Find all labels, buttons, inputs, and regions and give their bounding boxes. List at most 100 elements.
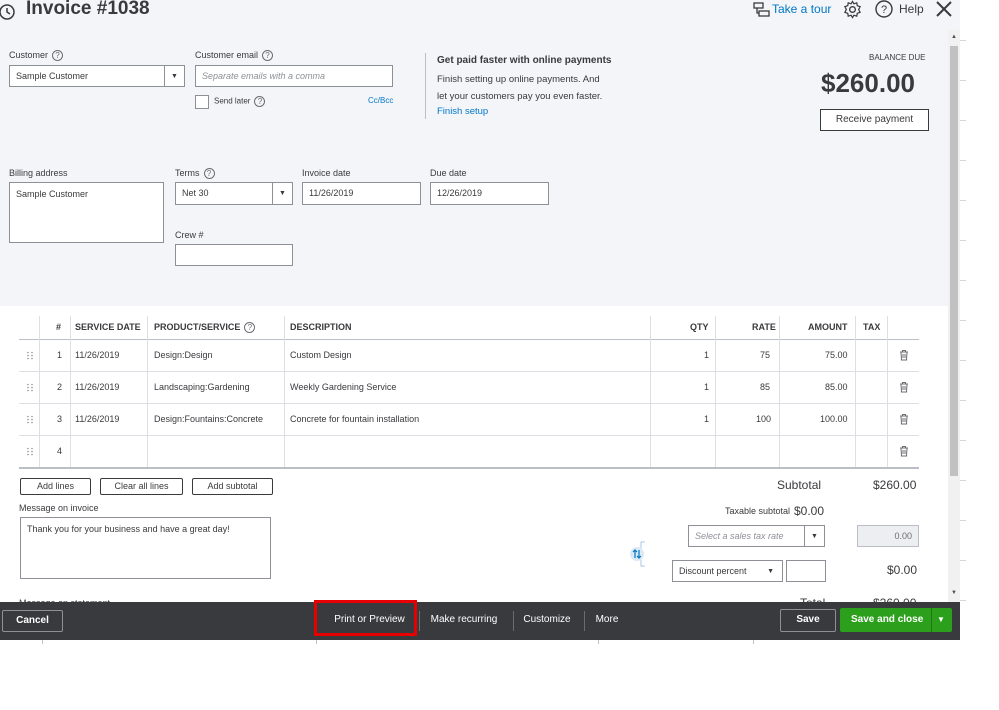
more-button[interactable]: More bbox=[590, 610, 624, 632]
row-date[interactable]: 11/26/2019 bbox=[75, 414, 119, 424]
question-icon[interactable]: ? bbox=[203, 168, 215, 180]
save-button[interactable]: Save bbox=[780, 609, 836, 632]
drag-handle-icon[interactable] bbox=[26, 351, 34, 360]
drag-handle-icon[interactable] bbox=[26, 383, 34, 392]
drag-handle-icon[interactable] bbox=[26, 447, 34, 456]
customer-email-input[interactable]: Separate emails with a comma bbox=[195, 65, 393, 87]
save-and-close-button[interactable]: Save and close ▼ bbox=[840, 608, 952, 632]
row-rate[interactable]: 75 bbox=[760, 350, 770, 360]
billing-address-field[interactable]: Sample Customer bbox=[9, 182, 164, 243]
promo-divider bbox=[425, 53, 426, 119]
table-row[interactable]: 2 11/26/2019 Landscaping:Gardening Weekl… bbox=[19, 372, 919, 404]
scrollbar-thumb[interactable] bbox=[950, 46, 958, 476]
question-icon[interactable]: ? bbox=[52, 50, 64, 62]
sort-icon[interactable] bbox=[627, 541, 649, 567]
trash-icon[interactable] bbox=[899, 381, 909, 393]
due-date-input[interactable]: 12/26/2019 bbox=[430, 182, 549, 205]
promo-text-line: let your customers pay you even faster. bbox=[437, 91, 603, 102]
grid-tick bbox=[960, 520, 966, 521]
send-later-checkbox[interactable] bbox=[195, 95, 209, 109]
grid-tick bbox=[42, 640, 43, 644]
trash-icon[interactable] bbox=[899, 445, 909, 457]
cancel-button[interactable]: Cancel bbox=[2, 610, 63, 632]
close-icon[interactable] bbox=[935, 0, 953, 18]
row-qty[interactable]: 1 bbox=[704, 350, 709, 360]
billing-address-label: Billing address bbox=[9, 168, 68, 178]
header: Invoice #1038 Take a tour ? Help bbox=[0, 0, 960, 22]
scrollbar[interactable]: ▲ ▼ bbox=[948, 30, 960, 602]
grid-tick bbox=[960, 120, 966, 121]
promo-text-line: Finish setting up online payments. And bbox=[437, 74, 600, 85]
cc-bcc-link[interactable]: Cc/Bcc bbox=[368, 96, 393, 105]
sales-tax-rate-select[interactable]: Select a sales tax rate ▼ bbox=[688, 525, 825, 547]
customer-label: Customer? bbox=[9, 50, 64, 62]
history-icon[interactable] bbox=[0, 2, 17, 22]
row-amount[interactable]: 85.00 bbox=[825, 382, 848, 392]
col-product-service: PRODUCT/SERVICE? bbox=[154, 322, 256, 334]
customer-select[interactable]: Sample Customer ▼ bbox=[9, 65, 185, 87]
table-row[interactable]: 4 bbox=[19, 436, 919, 469]
row-description[interactable]: Custom Design bbox=[290, 350, 352, 360]
chevron-down-icon[interactable]: ▼ bbox=[804, 526, 824, 546]
invoice-date-input[interactable]: 11/26/2019 bbox=[302, 182, 421, 205]
customize-button[interactable]: Customize bbox=[518, 610, 576, 632]
gear-icon[interactable] bbox=[843, 0, 862, 19]
receive-payment-button[interactable]: Receive payment bbox=[820, 109, 929, 131]
tour-icon[interactable] bbox=[753, 2, 771, 18]
row-product[interactable]: Design:Fountains:Concrete bbox=[154, 414, 263, 424]
crew-input[interactable] bbox=[175, 244, 293, 266]
background-sheet-bottom bbox=[0, 640, 999, 710]
clear-all-lines-button[interactable]: Clear all lines bbox=[100, 478, 183, 495]
row-date[interactable]: 11/26/2019 bbox=[75, 382, 119, 392]
chevron-down-icon[interactable]: ▼ bbox=[272, 183, 292, 204]
page-title: Invoice #1038 bbox=[26, 0, 150, 19]
finish-setup-link[interactable]: Finish setup bbox=[437, 106, 488, 117]
row-product[interactable]: Design:Design bbox=[154, 350, 213, 360]
chevron-down-icon[interactable]: ▼ bbox=[937, 608, 945, 632]
footer-divider bbox=[419, 611, 420, 631]
grid-tick bbox=[960, 320, 966, 321]
scroll-down-icon[interactable]: ▼ bbox=[951, 590, 957, 596]
discount-input[interactable] bbox=[786, 560, 826, 582]
question-icon[interactable]: ? bbox=[254, 96, 266, 107]
terms-select[interactable]: Net 30 ▼ bbox=[175, 182, 293, 205]
row-rate[interactable]: 100 bbox=[756, 414, 771, 424]
row-date[interactable]: 11/26/2019 bbox=[75, 350, 119, 360]
customer-email-label: Customer email? bbox=[195, 50, 274, 62]
table-row[interactable]: 3 11/26/2019 Design:Fountains:Concrete C… bbox=[19, 404, 919, 436]
help-icon[interactable]: ? bbox=[875, 0, 893, 18]
discount-type-select[interactable]: Discount percent ▼ bbox=[672, 560, 783, 582]
due-date-label: Due date bbox=[430, 168, 467, 178]
row-amount[interactable]: 100.00 bbox=[820, 414, 848, 424]
message-field[interactable]: Thank you for your business and have a g… bbox=[20, 517, 271, 579]
row-amount[interactable]: 75.00 bbox=[825, 350, 848, 360]
question-icon[interactable]: ? bbox=[244, 322, 256, 334]
row-description[interactable]: Concrete for fountain installation bbox=[290, 414, 419, 424]
row-num: 4 bbox=[57, 446, 63, 456]
invoice-date-label: Invoice date bbox=[302, 168, 351, 178]
drag-handle-icon[interactable] bbox=[26, 415, 34, 424]
add-lines-button[interactable]: Add lines bbox=[20, 478, 91, 495]
row-qty[interactable]: 1 bbox=[704, 414, 709, 424]
question-icon[interactable]: ? bbox=[262, 50, 274, 62]
terms-value: Net 30 bbox=[182, 188, 209, 198]
add-subtotal-button[interactable]: Add subtotal bbox=[192, 478, 273, 495]
row-description[interactable]: Weekly Gardening Service bbox=[290, 382, 396, 392]
svg-text:?: ? bbox=[881, 4, 887, 16]
row-qty[interactable]: 1 bbox=[704, 382, 709, 392]
table-row[interactable]: 1 11/26/2019 Design:Design Custom Design… bbox=[19, 340, 919, 372]
take-a-tour-link[interactable]: Take a tour bbox=[772, 2, 831, 16]
trash-icon[interactable] bbox=[899, 413, 909, 425]
trash-icon[interactable] bbox=[899, 349, 909, 361]
row-product[interactable]: Landscaping:Gardening bbox=[154, 382, 250, 392]
row-rate[interactable]: 85 bbox=[760, 382, 770, 392]
grid-tick bbox=[960, 80, 966, 81]
grid-tick bbox=[753, 640, 754, 644]
scroll-up-icon[interactable]: ▲ bbox=[951, 34, 957, 40]
make-recurring-button[interactable]: Make recurring bbox=[424, 610, 504, 632]
balance-due-amount: $260.00 bbox=[821, 68, 915, 98]
col-description: DESCRIPTION bbox=[290, 322, 352, 332]
chevron-down-icon[interactable]: ▼ bbox=[767, 561, 774, 582]
help-label[interactable]: Help bbox=[899, 2, 924, 16]
chevron-down-icon[interactable]: ▼ bbox=[164, 66, 184, 86]
